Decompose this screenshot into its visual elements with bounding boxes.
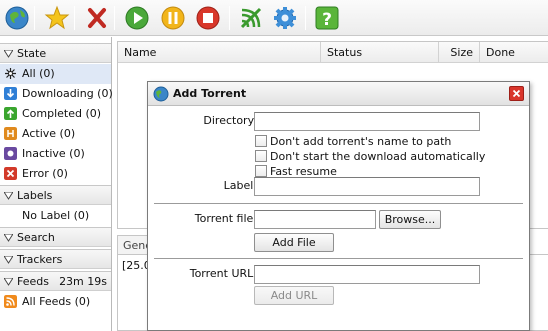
collapse-triangle-icon [4,192,13,200]
star-icon[interactable] [43,4,71,32]
feeds-timer: 23m 19s [59,275,107,288]
collapse-triangle-icon [4,234,13,242]
directory-label: Directory: [203,114,257,127]
svg-text:?: ? [322,10,332,30]
sidebar-item-label: Inactive (0) [22,147,85,160]
torrent-url-label: Torrent URL: [189,267,257,280]
sidebar-item-label: All Feeds (0) [22,295,91,308]
search-section-header[interactable]: Search [0,227,111,247]
sidebar-item-no-label[interactable]: No Label (0) [0,206,111,226]
column-header-name[interactable]: Name [118,42,321,63]
close-icon [512,89,521,98]
connection-icon[interactable] [237,4,265,32]
dialog-title: Add Torrent [173,87,247,100]
add-torrent-dialog: Add Torrent Directory: Don't add torrent… [147,81,530,331]
globe-icon [153,86,169,102]
trackers-header-label: Trackers [17,253,63,266]
download-arrow-icon [4,87,17,100]
sidebar-item-downloading[interactable]: Downloading (0) [0,84,113,104]
labels-section-header[interactable]: Labels [0,185,111,205]
upload-arrow-icon [4,107,17,120]
sidebar-item-completed[interactable]: Completed (0) [0,104,111,124]
sidebar-item-inactive[interactable]: Inactive (0) [0,144,111,164]
sidebar-item-label: Error (0) [22,167,68,180]
collapse-triangle-icon [4,50,13,58]
close-button[interactable] [509,86,524,101]
column-header-size-label: Size [450,46,473,59]
pause-icon[interactable] [159,4,187,32]
state-section-header[interactable]: State [0,43,111,63]
remove-icon[interactable] [83,4,111,32]
state-header-label: State [17,47,47,60]
label-field-label: Label: [223,179,257,192]
feeds-section-header[interactable]: Feeds 23m 19s [0,271,111,291]
collapse-triangle-icon [4,256,13,264]
sidebar-item-all-feeds[interactable]: All Feeds (0) [0,292,111,312]
add-file-button[interactable]: Add File [254,233,334,252]
error-x-icon [4,167,17,180]
dont-start-label: Don't start the download automatically [270,150,486,163]
sidebar-item-label: Completed (0) [22,107,102,120]
dont-start-checkbox[interactable] [255,150,267,162]
search-header-label: Search [17,231,55,244]
sidebar-item-label: No Label (0) [22,209,90,222]
separator [154,258,523,259]
sidebar-item-error[interactable]: Error (0) [0,164,111,184]
sidebar: State All (0) Downloading (0) Completed … [0,37,113,331]
trackers-section-header[interactable]: Trackers [0,249,111,269]
label-input[interactable] [254,177,480,196]
column-header-done[interactable]: Done [480,42,548,63]
dont-add-name-checkbox[interactable] [255,135,267,147]
sidebar-item-label: Downloading (0) [22,87,113,100]
gear-icon[interactable] [271,4,299,32]
stop-icon[interactable] [194,4,222,32]
directory-input[interactable] [254,112,480,131]
sidebar-item-active[interactable]: Active (0) [0,124,111,144]
torrent-file-input[interactable] [254,210,376,229]
dont-add-name-label: Don't add torrent's name to path [270,135,452,148]
sidebar-item-label: All (0) [22,67,55,80]
separator [154,203,523,204]
fast-resume-checkbox[interactable] [255,165,267,177]
help-icon[interactable]: ? [313,4,341,32]
start-icon[interactable] [123,4,151,32]
feeds-header-label: Feeds [17,275,49,288]
toolbar: ? [0,0,548,36]
collapse-triangle-icon [4,278,13,286]
sidebar-item-label: Active (0) [22,127,76,140]
torrent-url-input[interactable] [254,265,480,284]
inactive-icon [4,147,17,160]
add-url-button[interactable]: Add URL [254,286,334,305]
column-header-size[interactable]: Size [439,42,480,63]
rss-icon [4,295,17,308]
column-header-status[interactable]: Status [321,42,439,63]
sidebar-item-all[interactable]: All (0) [0,64,111,84]
torrent-file-label: Torrent file: [194,212,257,225]
all-icon [5,68,16,79]
active-icon [4,127,17,140]
globe-icon[interactable] [3,4,31,32]
dialog-titlebar[interactable]: Add Torrent [148,82,529,106]
browse-button[interactable]: Browse... [379,210,441,229]
labels-header-label: Labels [17,189,53,202]
